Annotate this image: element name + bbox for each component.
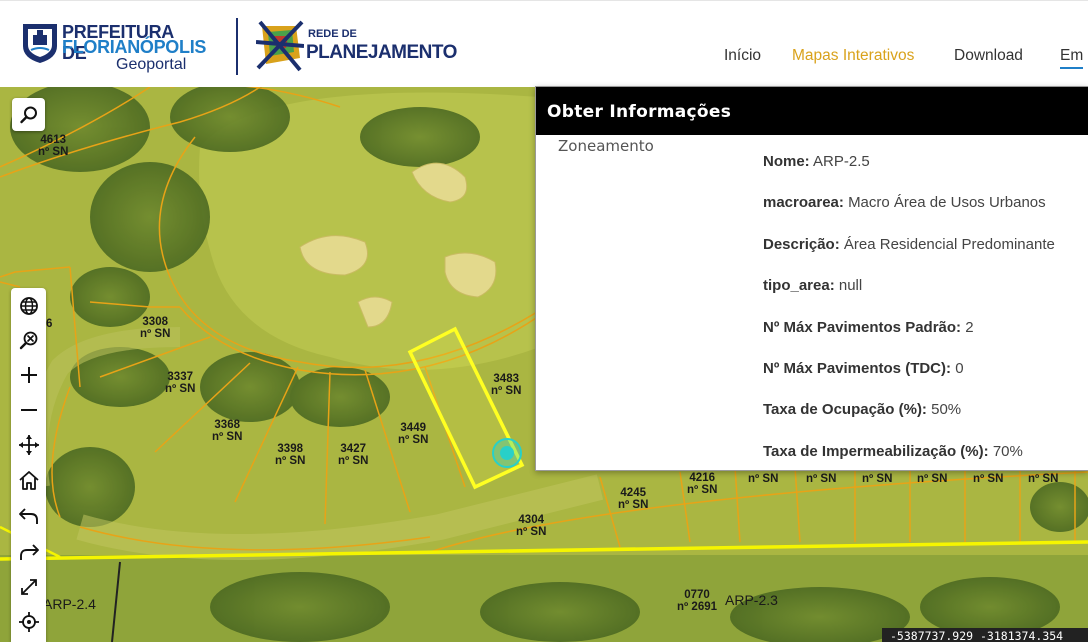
- parcel-label: 3483 nº SN: [491, 373, 522, 397]
- nav-em[interactable]: Em: [1060, 47, 1084, 69]
- parcel-label: 3308 nº SN: [140, 316, 171, 340]
- map-search-button[interactable]: [12, 98, 45, 131]
- parcel-label: 4613 nº SN: [38, 134, 69, 158]
- parcel-label: 4216 nº SN: [687, 472, 718, 496]
- info-panel-title: Obter Informações: [547, 102, 732, 122]
- logo-title-line2: FLORIANÓPOLIS: [62, 37, 207, 57]
- home-button[interactable]: [11, 464, 46, 496]
- redo-button[interactable]: [11, 536, 46, 568]
- parcel-row-label: nº SN: [748, 473, 779, 485]
- parcel-row-label: nº SN: [973, 473, 1004, 485]
- nav-download[interactable]: Download: [954, 47, 1023, 65]
- parcel-label: 3427 nº SN: [338, 443, 369, 467]
- attribute-row: Taxa de Impermeabilização (%): 70%: [763, 443, 1023, 460]
- redo-icon: [19, 544, 39, 560]
- parcel-label: 3337 nº SN: [165, 371, 196, 395]
- zone-label: ARP-2.4: [43, 596, 96, 612]
- parcel-label: 4304 nº SN: [516, 514, 547, 538]
- zoom-out-button[interactable]: [11, 394, 46, 426]
- partial-parcel-label: 6: [46, 318, 53, 330]
- basemap-button[interactable]: [11, 290, 46, 322]
- expand-icon: [20, 579, 37, 595]
- attribute-row: macroarea: Macro Área de Usos Urbanos: [763, 194, 1046, 211]
- locate-button[interactable]: [11, 606, 46, 638]
- locate-icon: [18, 612, 39, 632]
- zone-label: ARP-2.3: [725, 592, 778, 608]
- attribute-row: Nº Máx Pavimentos (TDC): 0: [763, 360, 964, 377]
- parcel-label: 0770 nº 2691: [677, 589, 718, 613]
- zoom-in-icon: [20, 367, 37, 383]
- pan-button[interactable]: [11, 429, 46, 461]
- info-panel: Obter Informações Zoneamento Nome: ARP-2…: [535, 86, 1088, 471]
- site-header: PREFEITURA DE FLORIANÓPOLIS Geoportal RE…: [0, 0, 1088, 87]
- nav-inicio[interactable]: Início: [724, 47, 761, 65]
- info-panel-header: Obter Informações: [536, 87, 1088, 135]
- zoom-search-icon: [19, 331, 37, 350]
- pan-icon: [18, 435, 39, 455]
- attribute-row: Nome: ARP-2.5: [763, 153, 870, 170]
- attribute-row: Nº Máx Pavimentos Padrão: 2: [763, 319, 974, 336]
- map-toolbar: [11, 288, 46, 642]
- parcel-label: 3398 nº SN: [275, 443, 306, 467]
- nav-mapas-interativos[interactable]: Mapas Interativos: [792, 47, 914, 65]
- info-layer-name: Zoneamento: [558, 137, 654, 155]
- parcel-row-label: nº SN: [1028, 473, 1059, 485]
- header-divider: [236, 18, 238, 75]
- prefeitura-logo[interactable]: PREFEITURA DE FLORIANÓPOLIS Geoportal: [21, 20, 206, 76]
- attribute-row: Descrição: Área Residencial Predominante: [763, 236, 1055, 253]
- search-icon: [19, 106, 37, 123]
- home-icon: [18, 471, 39, 490]
- zoom-out-icon: [20, 409, 37, 411]
- parcel-row-label: nº SN: [806, 473, 837, 485]
- rede-logo-icon: [256, 20, 304, 72]
- rede-logo-small: REDE DE: [308, 28, 357, 40]
- parcel-label: 3368 nº SN: [212, 419, 243, 443]
- fullscreen-button[interactable]: [11, 571, 46, 603]
- zoom-search-button[interactable]: [11, 324, 46, 356]
- attribute-row: Taxa de Ocupação (%): 50%: [763, 401, 962, 418]
- parcel-row-label: nº SN: [917, 473, 948, 485]
- undo-button[interactable]: [11, 500, 46, 532]
- globe-icon: [19, 297, 38, 315]
- geoportal-app: PREFEITURA DE FLORIANÓPOLIS Geoportal RE…: [0, 0, 1088, 642]
- parcel-label: 4245 nº SN: [618, 487, 649, 511]
- undo-icon: [18, 508, 38, 524]
- parcel-row-label: nº SN: [862, 473, 893, 485]
- attribute-row: tipo_area: null: [763, 277, 863, 294]
- coordinate-readout: -5387737.929 -3181374.354: [882, 628, 1088, 642]
- rede-logo-big: PLANEJAMENTO: [306, 42, 457, 63]
- rede-planejamento-logo[interactable]: REDE DE PLANEJAMENTO: [256, 18, 457, 74]
- city-crest-icon: [23, 24, 57, 63]
- parcel-label: 3449 nº SN: [398, 422, 429, 446]
- logo-subtitle: Geoportal: [116, 56, 187, 73]
- zoom-in-button[interactable]: [11, 359, 46, 391]
